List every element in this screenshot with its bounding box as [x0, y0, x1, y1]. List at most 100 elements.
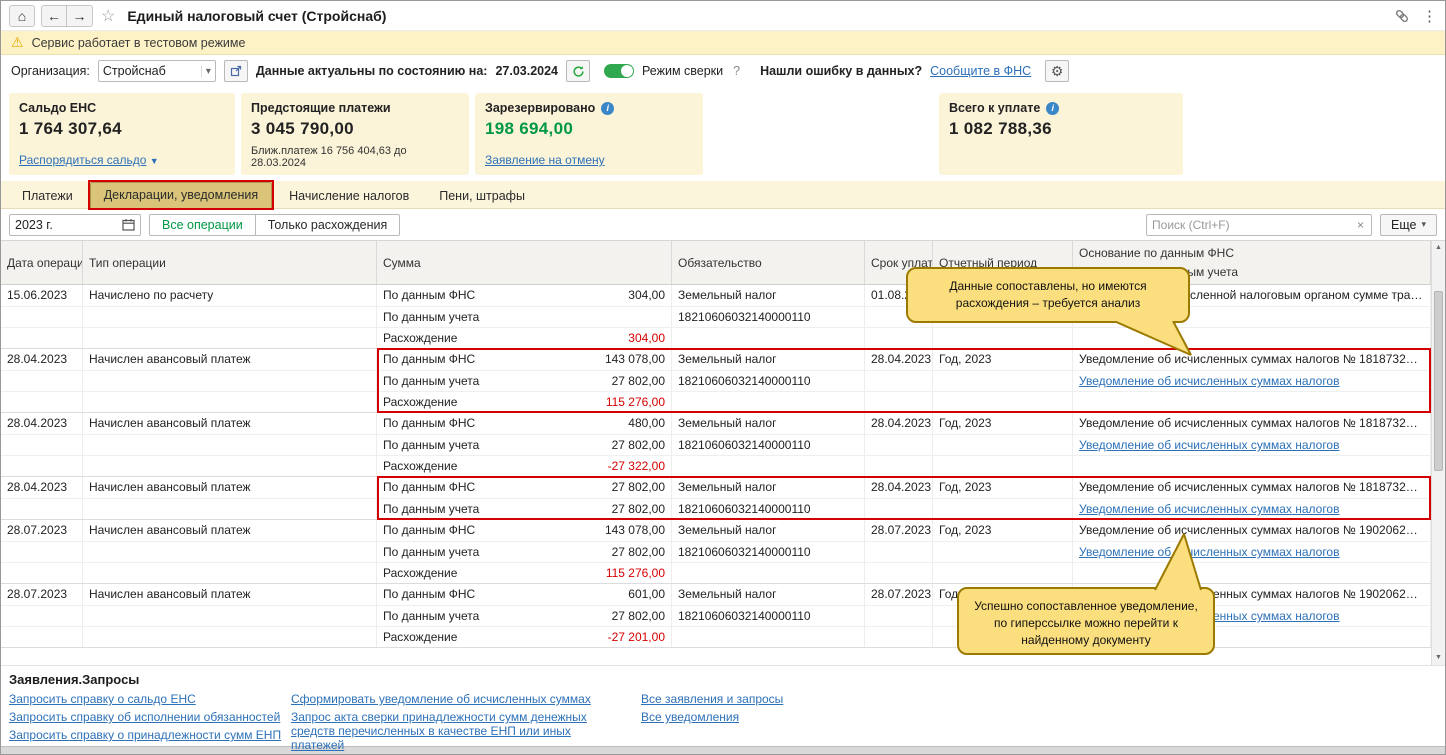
table-subrow[interactable]: 28.07.2023Начислен авансовый платежПо да… [1, 584, 1431, 605]
sum-source-label: По данным учета [383, 606, 479, 626]
report-to-fns-link[interactable]: Сообщите в ФНС [930, 64, 1031, 78]
table-row[interactable]: 28.04.2023Начислен авансовый платежПо да… [1, 477, 1431, 520]
more-button[interactable]: Еще ▾ [1380, 214, 1437, 236]
only-differences-button[interactable]: Только расхождения [255, 214, 401, 236]
header-type[interactable]: Тип операции [83, 241, 377, 284]
sum-source-label: По данным ФНС [383, 285, 475, 306]
dispose-balance-link[interactable]: Распорядиться сальдо [19, 153, 146, 167]
scrollbar-thumb[interactable] [1434, 291, 1443, 471]
sum-value: 27 802,00 [612, 542, 665, 562]
table-subrow[interactable]: 28.04.2023Начислен авансовый платежПо да… [1, 413, 1431, 434]
table-row[interactable]: 28.07.2023Начислен авансовый платежПо да… [1, 520, 1431, 584]
cell-operation-date: 28.07.2023 [1, 584, 83, 605]
table-subrow[interactable]: По данным учета27 802,001821060603214000… [1, 541, 1431, 562]
header-basis-fns: Основание по данным ФНС [1079, 244, 1234, 263]
tab-penalties[interactable]: Пени, штрафы [426, 184, 538, 208]
all-operations-button[interactable]: Все операции [149, 214, 256, 236]
get-link-icon[interactable] [1394, 8, 1410, 24]
table-subrow[interactable]: Расхождение115 276,00 [1, 391, 1431, 412]
table-row[interactable]: 28.04.2023Начислен авансовый платежПо да… [1, 349, 1431, 413]
link-request-reconciliation-act[interactable]: Запрос акта сверки принадлежности сумм д… [291, 710, 626, 752]
scroll-down-button[interactable]: ▼ [1432, 651, 1445, 665]
calendar-icon[interactable] [122, 218, 135, 231]
link-all-notifications[interactable]: Все уведомления [641, 710, 861, 724]
back-button[interactable]: ← [41, 5, 67, 27]
filter-row: 2023 г. Все операции Только расхождения … [1, 209, 1445, 241]
table-subrow[interactable]: 28.04.2023Начислен авансовый платежПо да… [1, 477, 1431, 498]
settings-button[interactable]: ⚙ [1045, 60, 1069, 82]
toggle-knob [621, 65, 633, 77]
table-row[interactable]: 28.04.2023 Начислен авансовый платежПо да… [1, 413, 1431, 477]
home-button[interactable]: ⌂ [9, 5, 35, 27]
refresh-button[interactable] [566, 60, 590, 82]
summary-cards-row: Сальдо ЕНС 1 764 307,64 Распорядиться са… [1, 87, 1445, 181]
more-menu-icon[interactable]: ⋮ [1422, 7, 1437, 25]
tab-tax-accrual[interactable]: Начисление налогов [276, 184, 422, 208]
link-request-balance-certificate[interactable]: Запросить справку о сальдо ЕНС [9, 692, 284, 706]
cell-due-date: 28.07.2023 [865, 520, 933, 541]
search-input[interactable] [1152, 218, 1355, 232]
header-sum[interactable]: Сумма [377, 241, 672, 284]
notification-document-link[interactable]: Уведомление об исчисленных суммах налого… [1079, 438, 1339, 452]
chevron-down-icon[interactable]: ▾ [201, 66, 211, 77]
table-subrow[interactable]: Расхождение115 276,00 [1, 562, 1431, 583]
organization-open-button[interactable] [224, 60, 248, 82]
cell-operation-type [83, 499, 377, 519]
sum-value: 480,00 [628, 413, 665, 434]
table-subrow[interactable]: По данным учета18210606032140000110 [1, 306, 1431, 327]
table-subrow[interactable]: 28.07.2023Начислен авансовый платежПо да… [1, 520, 1431, 541]
notification-document-link[interactable]: Уведомление об исчисленных суммах налого… [1079, 545, 1339, 559]
found-error-label: Нашли ошибку в данных? [760, 64, 922, 78]
cell-obligation [672, 563, 865, 583]
cell-operation-type: Начислен авансовый платеж [83, 349, 377, 370]
vertical-scrollbar[interactable]: ▲ ▼ [1431, 241, 1445, 665]
page-title: Единый налоговый счет (Стройснаб) [127, 8, 386, 24]
favorite-star-icon[interactable]: ☆ [101, 6, 115, 26]
link-create-notification[interactable]: Сформировать уведомление об исчисленных … [291, 692, 626, 706]
chevron-down-icon: ▾ [1421, 219, 1426, 230]
cancel-application-link[interactable]: Заявление на отмену [485, 153, 605, 167]
table-subrow[interactable]: По данным учета27 802,001821060603214000… [1, 498, 1431, 519]
cell-sum: Расхождение115 276,00 [377, 392, 672, 412]
sum-source-label: По данным учета [383, 499, 479, 519]
info-icon[interactable]: i [601, 102, 614, 115]
cell-operation-type [83, 542, 377, 562]
header-obligation[interactable]: Обязательство [672, 241, 865, 284]
table-subrow[interactable]: По данным учета27 802,001821060603214000… [1, 434, 1431, 455]
table-subrow[interactable]: 28.04.2023Начислен авансовый платежПо да… [1, 349, 1431, 370]
link-request-obligations-certificate[interactable]: Запросить справку об исполнении обязанно… [9, 710, 284, 724]
notification-document-link[interactable]: Уведомление об исчисленных суммах налого… [1079, 502, 1339, 516]
table-subrow[interactable]: По данным учета27 802,001821060603214000… [1, 370, 1431, 391]
cell-operation-date [1, 563, 83, 583]
cell-operation-type: Начислен авансовый платеж [83, 413, 377, 434]
cell-operation-date: 28.04.2023 [1, 349, 83, 370]
link-all-requests[interactable]: Все заявления и запросы [641, 692, 861, 706]
table-row[interactable]: 28.07.2023Начислен авансовый платежПо да… [1, 584, 1431, 648]
table-subrow[interactable]: 15.06.2023Начислено по расчетуПо данным … [1, 285, 1431, 306]
table-row[interactable]: 15.06.2023Начислено по расчетуПо данным … [1, 285, 1431, 349]
help-question-icon[interactable]: ? [731, 64, 742, 78]
card-title: Зарезервировано [485, 101, 595, 115]
section-tabs: Платежи Декларации, уведомления Начислен… [1, 181, 1445, 209]
compare-mode-toggle[interactable] [604, 64, 634, 78]
forward-button[interactable]: → [67, 5, 93, 27]
header-date[interactable]: Дата операции [1, 241, 83, 284]
card-balance: Сальдо ЕНС 1 764 307,64 Распорядиться са… [9, 93, 235, 175]
table-subrow[interactable]: Расхождение-27 322,00 [1, 455, 1431, 476]
tab-payments[interactable]: Платежи [9, 184, 86, 208]
table-subrow[interactable]: По данным учета27 802,001821060603214000… [1, 605, 1431, 626]
clear-search-icon[interactable]: × [1355, 218, 1366, 232]
search-box: × [1146, 214, 1372, 236]
info-icon[interactable]: i [1046, 102, 1059, 115]
period-field[interactable]: 2023 г. [9, 214, 141, 236]
tab-declarations-notifications[interactable]: Декларации, уведомления [90, 182, 272, 208]
table-subrow[interactable]: Расхождение-27 201,00 [1, 626, 1431, 647]
cell-operation-type [83, 307, 377, 327]
organization-combo[interactable]: Стройснаб ▾ [98, 60, 216, 82]
table-subrow[interactable]: Расхождение304,00 [1, 327, 1431, 348]
cell-due-date: 28.04.2023 [865, 413, 933, 434]
link-request-enp-certificate[interactable]: Запросить справку о принадлежности сумм … [9, 728, 284, 742]
notification-document-link[interactable]: Уведомление об исчисленных суммах налого… [1079, 374, 1339, 388]
scroll-up-button[interactable]: ▲ [1432, 241, 1445, 255]
callout-matched-notification-note: Успешно сопоставленное уведомление, по г… [957, 587, 1215, 655]
